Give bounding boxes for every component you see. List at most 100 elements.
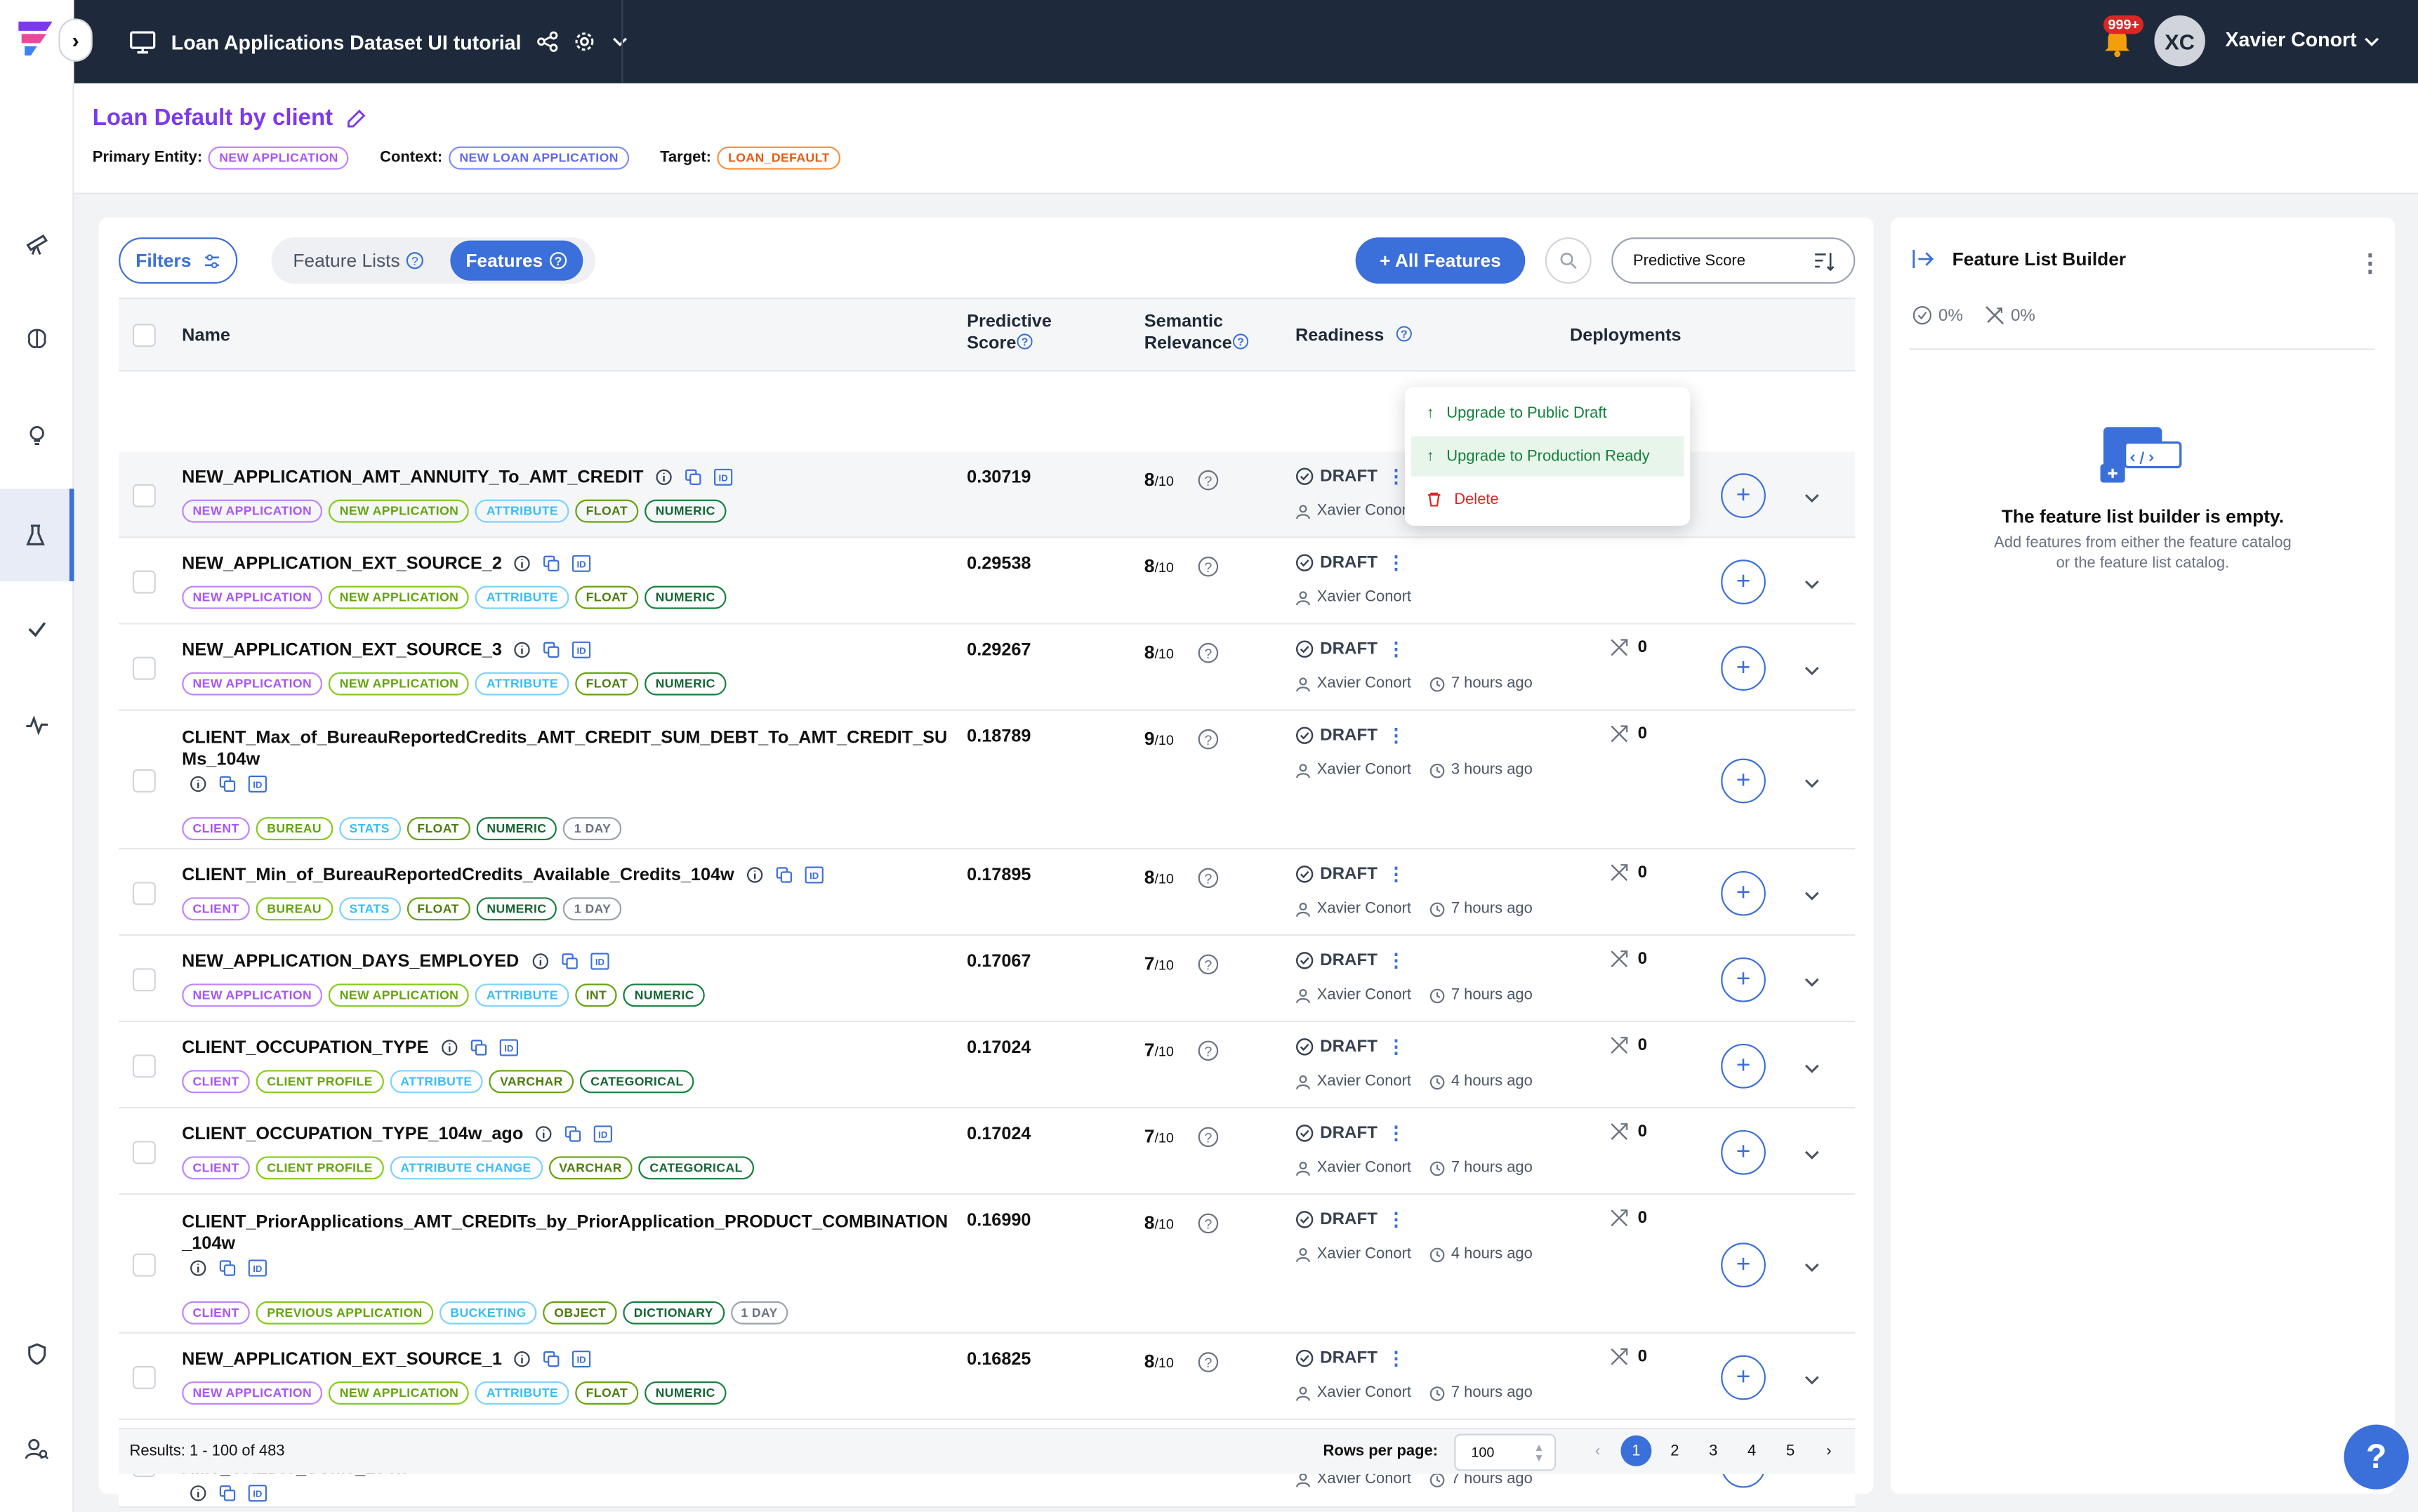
row-checkbox[interactable] — [132, 1253, 156, 1277]
page-1-button[interactable]: 1 — [1620, 1435, 1652, 1466]
tag-badge[interactable]: 1 DAY — [563, 897, 622, 921]
column-semantic-relevance[interactable]: Semantic Relevance? — [1144, 312, 1249, 355]
id-icon[interactable]: ID — [590, 953, 609, 971]
tag-badge[interactable]: CLIENT — [182, 1070, 251, 1094]
brain-icon[interactable] — [0, 308, 74, 370]
info-icon[interactable] — [536, 1126, 553, 1143]
avatar[interactable]: XC — [2154, 15, 2205, 67]
column-name[interactable]: Name — [182, 325, 230, 347]
help-circle-icon[interactable]: ? — [1198, 954, 1219, 975]
next-page-button[interactable]: › — [1814, 1435, 1844, 1466]
id-icon[interactable]: ID — [572, 555, 592, 573]
id-icon[interactable]: ID — [248, 1485, 267, 1502]
help-circle-icon[interactable]: ? — [1198, 556, 1219, 577]
tag-badge[interactable]: NUMERIC — [645, 585, 727, 609]
feature-name[interactable]: NEW_APPLICATION_EXT_SOURCE_1 ID — [182, 1349, 592, 1371]
more-vertical-icon[interactable]: ⋮ — [2358, 248, 2382, 279]
help-circle-icon[interactable]: ? — [1198, 1040, 1219, 1061]
tag-badge[interactable]: NEW APPLICATION — [182, 672, 323, 696]
tag-badge[interactable]: CLIENT — [182, 817, 251, 841]
user-menu-chevron-icon[interactable] — [2363, 32, 2381, 51]
info-icon[interactable] — [441, 1040, 458, 1056]
rows-per-page-select[interactable]: 100 ▴ ▾ — [1454, 1433, 1557, 1471]
add-feature-button[interactable]: + — [1721, 559, 1766, 605]
tab-feature-lists[interactable]: Feature Lists ? — [277, 241, 440, 281]
table-row[interactable]: CLIENT_PriorApplications_AMT_CREDITs_by_… — [119, 1195, 1856, 1334]
tag-badge[interactable]: NUMERIC — [623, 983, 706, 1007]
tag-badge[interactable]: FLOAT — [406, 817, 470, 841]
tag-badge[interactable]: STATS — [338, 897, 401, 921]
filters-button[interactable]: Filters — [119, 237, 238, 284]
tag-badge[interactable]: FLOAT — [406, 897, 470, 921]
tag-badge[interactable]: FLOAT — [575, 499, 639, 523]
feature-name[interactable]: CLIENT_PriorApplications_AMT_CREDITs_by_… — [182, 1212, 948, 1255]
tag-badge[interactable]: CATEGORICAL — [579, 1070, 695, 1094]
copy-icon[interactable] — [219, 1485, 236, 1501]
tag-badge[interactable]: NUMERIC — [475, 817, 557, 841]
add-feature-button[interactable]: + — [1721, 758, 1766, 804]
tag-badge[interactable]: NUMERIC — [475, 897, 557, 921]
tag-badge[interactable]: NUMERIC — [645, 499, 727, 523]
info-icon[interactable] — [190, 1259, 206, 1276]
info-icon[interactable] — [514, 1351, 531, 1368]
feature-name[interactable]: CLIENT_OCCUPATION_TYPE ID — [182, 1037, 518, 1059]
feature-name[interactable]: NEW_APPLICATION_EXT_SOURCE_3 ID — [182, 640, 592, 662]
tag-badge[interactable]: NEW APPLICATION — [329, 672, 470, 696]
column-predictive-score[interactable]: Predictive Score? — [967, 312, 1052, 355]
copy-icon[interactable] — [565, 1126, 582, 1143]
tag-badge[interactable]: ATTRIBUTE CHANGE — [389, 1156, 543, 1180]
id-icon[interactable]: ID — [805, 867, 824, 884]
add-feature-button[interactable]: + — [1721, 1355, 1766, 1400]
tag-badge[interactable]: CLIENT — [182, 897, 251, 921]
checkmark-icon[interactable] — [0, 598, 74, 660]
tag-badge[interactable]: CLIENT — [182, 1301, 251, 1325]
gear-icon[interactable] — [574, 31, 595, 53]
search-button[interactable] — [1545, 237, 1592, 284]
help-circle-icon[interactable]: ? — [1198, 868, 1219, 889]
tag-badge[interactable]: ATTRIBUTE — [475, 983, 569, 1007]
flask-icon[interactable] — [0, 489, 74, 582]
readiness-menu-icon[interactable]: ⋮ — [1387, 1209, 1405, 1231]
expand-row-chevron-icon[interactable] — [1803, 573, 1821, 592]
row-checkbox[interactable] — [132, 570, 156, 594]
expand-row-chevron-icon[interactable] — [1803, 1256, 1821, 1275]
help-circle-icon[interactable]: ? — [1198, 470, 1219, 491]
table-row[interactable]: CLIENT_OCCUPATION_TYPE ID CLIENT CLIENT PR… — [119, 1022, 1856, 1109]
select-all-checkbox[interactable] — [132, 324, 156, 347]
help-button[interactable]: ? — [2344, 1424, 2409, 1490]
help-circle-icon[interactable]: ? — [1198, 1213, 1219, 1234]
expand-row-chevron-icon[interactable] — [1803, 487, 1821, 505]
help-circle-icon[interactable]: ? — [1198, 1352, 1219, 1372]
help-circle-icon[interactable]: ? — [1198, 729, 1219, 750]
copy-icon[interactable] — [561, 953, 578, 970]
tag-badge[interactable]: CLIENT PROFILE — [256, 1156, 384, 1180]
add-feature-button[interactable]: + — [1721, 646, 1766, 691]
add-feature-button[interactable]: + — [1721, 870, 1766, 916]
tag-badge[interactable]: ATTRIBUTE — [475, 672, 569, 696]
menu-upgrade-public-draft[interactable]: ↑ Upgrade to Public Draft — [1411, 393, 1684, 433]
tag-badge[interactable]: STATS — [338, 817, 401, 841]
readiness-menu-icon[interactable]: ⋮ — [1387, 1348, 1405, 1370]
add-feature-button[interactable]: + — [1721, 1043, 1766, 1089]
readiness-menu-icon[interactable]: ⋮ — [1387, 1036, 1405, 1058]
row-checkbox[interactable] — [132, 769, 156, 793]
row-checkbox[interactable] — [132, 484, 156, 508]
tag-badge[interactable]: 1 DAY — [730, 1301, 789, 1325]
column-deployments[interactable]: Deployments — [1570, 325, 1682, 347]
tag-badge[interactable]: PREVIOUS APPLICATION — [256, 1301, 434, 1325]
tag-badge[interactable]: NEW APPLICATION — [329, 585, 470, 609]
tab-features[interactable]: Features ? — [450, 240, 583, 281]
tag-badge[interactable]: DICTIONARY — [623, 1301, 725, 1325]
copy-icon[interactable] — [776, 867, 793, 884]
expand-row-chevron-icon[interactable] — [1803, 1144, 1821, 1162]
info-icon[interactable] — [746, 867, 763, 884]
feature-name[interactable]: NEW_APPLICATION_AMT_ANNUITY_To_AMT_CREDI… — [182, 467, 733, 489]
expand-row-chevron-icon[interactable] — [1803, 885, 1821, 903]
feature-name[interactable]: CLIENT_Min_of_BureauReportedCredits_Avai… — [182, 865, 824, 887]
copy-icon[interactable] — [685, 470, 702, 486]
expand-row-chevron-icon[interactable] — [1803, 1058, 1821, 1076]
tag-badge[interactable]: VARCHAR — [489, 1070, 574, 1094]
row-checkbox[interactable] — [132, 656, 156, 680]
feature-name[interactable]: NEW_APPLICATION_EXT_SOURCE_2 ID — [182, 554, 592, 576]
id-icon[interactable]: ID — [499, 1040, 518, 1057]
